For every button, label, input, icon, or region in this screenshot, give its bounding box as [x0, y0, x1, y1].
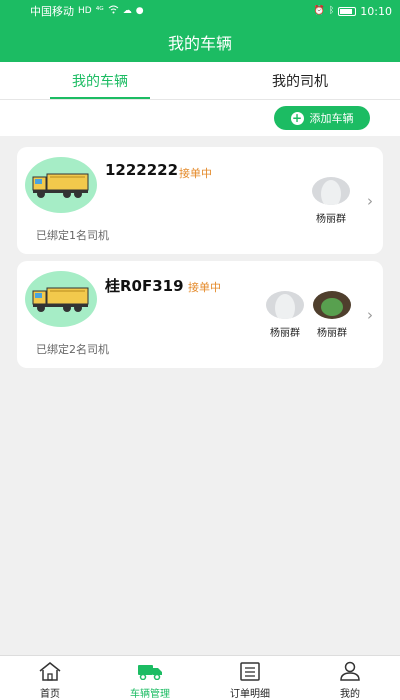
- message-icon: ●: [135, 5, 144, 16]
- chevron-right-icon: ›: [367, 192, 373, 210]
- order-status-badge: 接单中: [179, 167, 212, 180]
- person-icon: [337, 660, 363, 682]
- avatar: [313, 291, 351, 319]
- bound-drivers-text: 已绑定1名司机: [36, 229, 109, 242]
- truck-avatar: [25, 271, 97, 327]
- plate-number: 1222222: [105, 161, 179, 179]
- avatar: [312, 177, 350, 205]
- nav-label: 车辆管理: [130, 689, 170, 700]
- avatar: [266, 291, 304, 319]
- action-row: + 添加车辆: [0, 100, 400, 136]
- order-list-icon: [237, 660, 263, 682]
- bound-drivers-text: 已绑定2名司机: [36, 343, 109, 356]
- status-bar: 中国移动 HD ⁴ᴳ ☁ ● ⏰ ᛒ 10:10: [0, 0, 400, 22]
- home-icon: [37, 660, 63, 682]
- nav-order-details[interactable]: 订单明细: [200, 656, 300, 700]
- tab-my-drivers[interactable]: 我的司机: [200, 62, 400, 99]
- driver-item[interactable]: 杨丽群: [309, 291, 355, 339]
- nav-label: 订单明细: [230, 689, 270, 700]
- nav-home[interactable]: 首页: [0, 656, 100, 700]
- tab-label: 我的司机: [272, 73, 328, 90]
- tab-label: 我的车辆: [72, 73, 128, 90]
- dump-truck-icon: [32, 173, 89, 198]
- nav-label: 我的: [340, 689, 360, 700]
- header: 我的车辆: [0, 22, 400, 62]
- add-vehicle-button[interactable]: + 添加车辆: [274, 106, 370, 130]
- plate-number: 桂R0F319: [105, 277, 184, 295]
- nav-label: 首页: [40, 689, 60, 700]
- driver-name: 杨丽群: [317, 328, 347, 339]
- bottom-nav: 首页 车辆管理 订单明细 我的: [0, 655, 400, 700]
- status-time: 10:10: [360, 4, 392, 18]
- wifi-icon: [108, 5, 119, 17]
- driver-name: 杨丽群: [270, 328, 300, 339]
- alarm-icon: ⏰: [313, 5, 325, 16]
- battery-icon: [338, 6, 357, 16]
- chevron-right-icon: ›: [367, 306, 373, 324]
- truck-avatar: [25, 157, 97, 213]
- order-status-badge: 接单中: [188, 281, 221, 294]
- tab-bar: 我的车辆 我的司机: [0, 62, 400, 100]
- vehicle-card[interactable]: 桂R0F319 接单中 杨丽群 杨丽群 已绑定2名司机 ›: [17, 261, 383, 368]
- nav-vehicle-management[interactable]: 车辆管理: [100, 656, 200, 700]
- driver-name: 杨丽群: [316, 214, 346, 225]
- page-title: 我的车辆: [167, 34, 232, 53]
- bluetooth-icon: ᛒ: [328, 5, 335, 16]
- plus-icon: +: [290, 110, 304, 125]
- truck-icon: [137, 660, 163, 682]
- carrier-label: 中国移动: [30, 5, 74, 18]
- driver-item[interactable]: 杨丽群: [262, 291, 308, 339]
- vehicle-card[interactable]: 1222222 接单中 杨丽群 已绑定1名司机 ›: [17, 147, 383, 254]
- hd-icon: HD: [78, 5, 92, 16]
- signal-icon: ⁴ᴳ: [95, 5, 104, 16]
- cloud-icon: ☁: [122, 5, 132, 16]
- nav-mine[interactable]: 我的: [300, 656, 400, 700]
- driver-item[interactable]: 杨丽群: [308, 177, 354, 225]
- add-vehicle-label: 添加车辆: [309, 112, 354, 125]
- dump-truck-icon: [32, 287, 89, 312]
- tab-my-vehicles[interactable]: 我的车辆: [0, 62, 200, 99]
